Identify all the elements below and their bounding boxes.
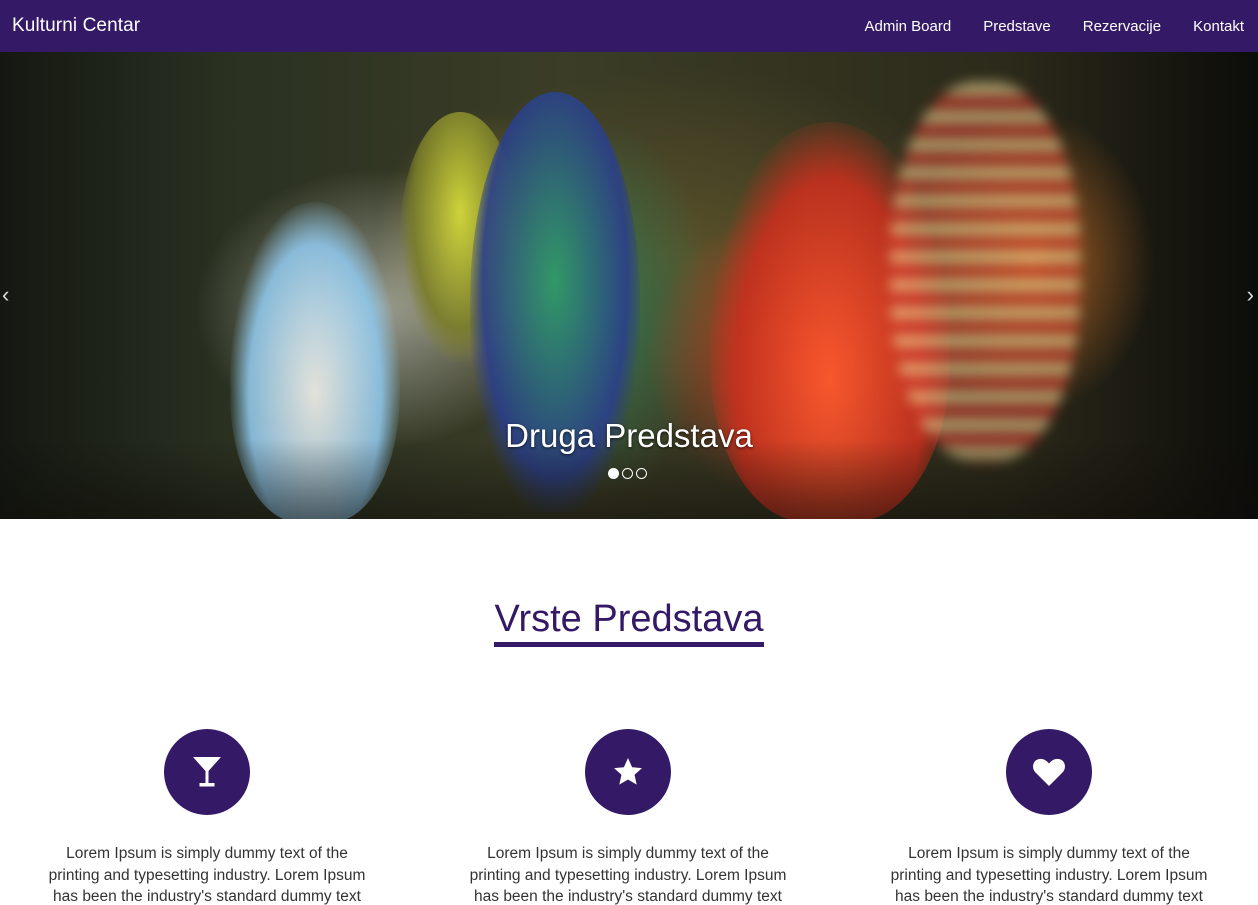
hero-carousel: ‹ › Druga Predstava	[0, 52, 1258, 519]
nav-link-kontakt[interactable]: Kontakt	[1193, 18, 1244, 35]
star-icon	[614, 758, 642, 785]
feature-icon-circle	[1006, 729, 1092, 815]
slide-image-performer	[890, 82, 1080, 462]
nav-links: Admin Board Predstave Rezervacije Kontak…	[832, 18, 1244, 35]
feature-icon-circle	[585, 729, 671, 815]
section-title: Vrste Predstava	[493, 598, 765, 647]
carousel-prev-icon[interactable]: ‹	[2, 284, 9, 306]
feature-text: Lorem Ipsum is simply dummy text of the …	[890, 845, 1208, 905]
brand-link[interactable]: Kulturni Centar	[12, 15, 140, 37]
carousel-indicator-3[interactable]	[636, 468, 647, 479]
feature-card: Lorem Ipsum is simply dummy text of the …	[458, 729, 798, 905]
carousel-indicator-2[interactable]	[622, 468, 633, 479]
feature-text: Lorem Ipsum is simply dummy text of the …	[469, 845, 787, 905]
top-navbar: Kulturni Centar Admin Board Predstave Re…	[0, 0, 1258, 52]
nav-link-admin-board[interactable]: Admin Board	[864, 18, 951, 35]
carousel-indicator-1[interactable]	[608, 468, 619, 479]
carousel-caption: Druga Predstava	[505, 417, 753, 454]
feature-icon-circle	[164, 729, 250, 815]
carousel-next-icon[interactable]: ›	[1247, 284, 1254, 306]
carousel-indicators	[608, 468, 647, 479]
feature-card: Lorem Ipsum is simply dummy text of the …	[37, 729, 377, 905]
cocktail-glass-icon	[193, 757, 221, 787]
nav-link-predstave[interactable]: Predstave	[983, 18, 1051, 35]
feature-text: Lorem Ipsum is simply dummy text of the …	[48, 845, 366, 905]
heart-icon	[1033, 758, 1065, 786]
nav-link-rezervacije[interactable]: Rezervacije	[1083, 18, 1161, 35]
feature-card: Lorem Ipsum is simply dummy text of the …	[879, 729, 1219, 905]
section-header: Vrste Predstava	[0, 598, 1258, 647]
